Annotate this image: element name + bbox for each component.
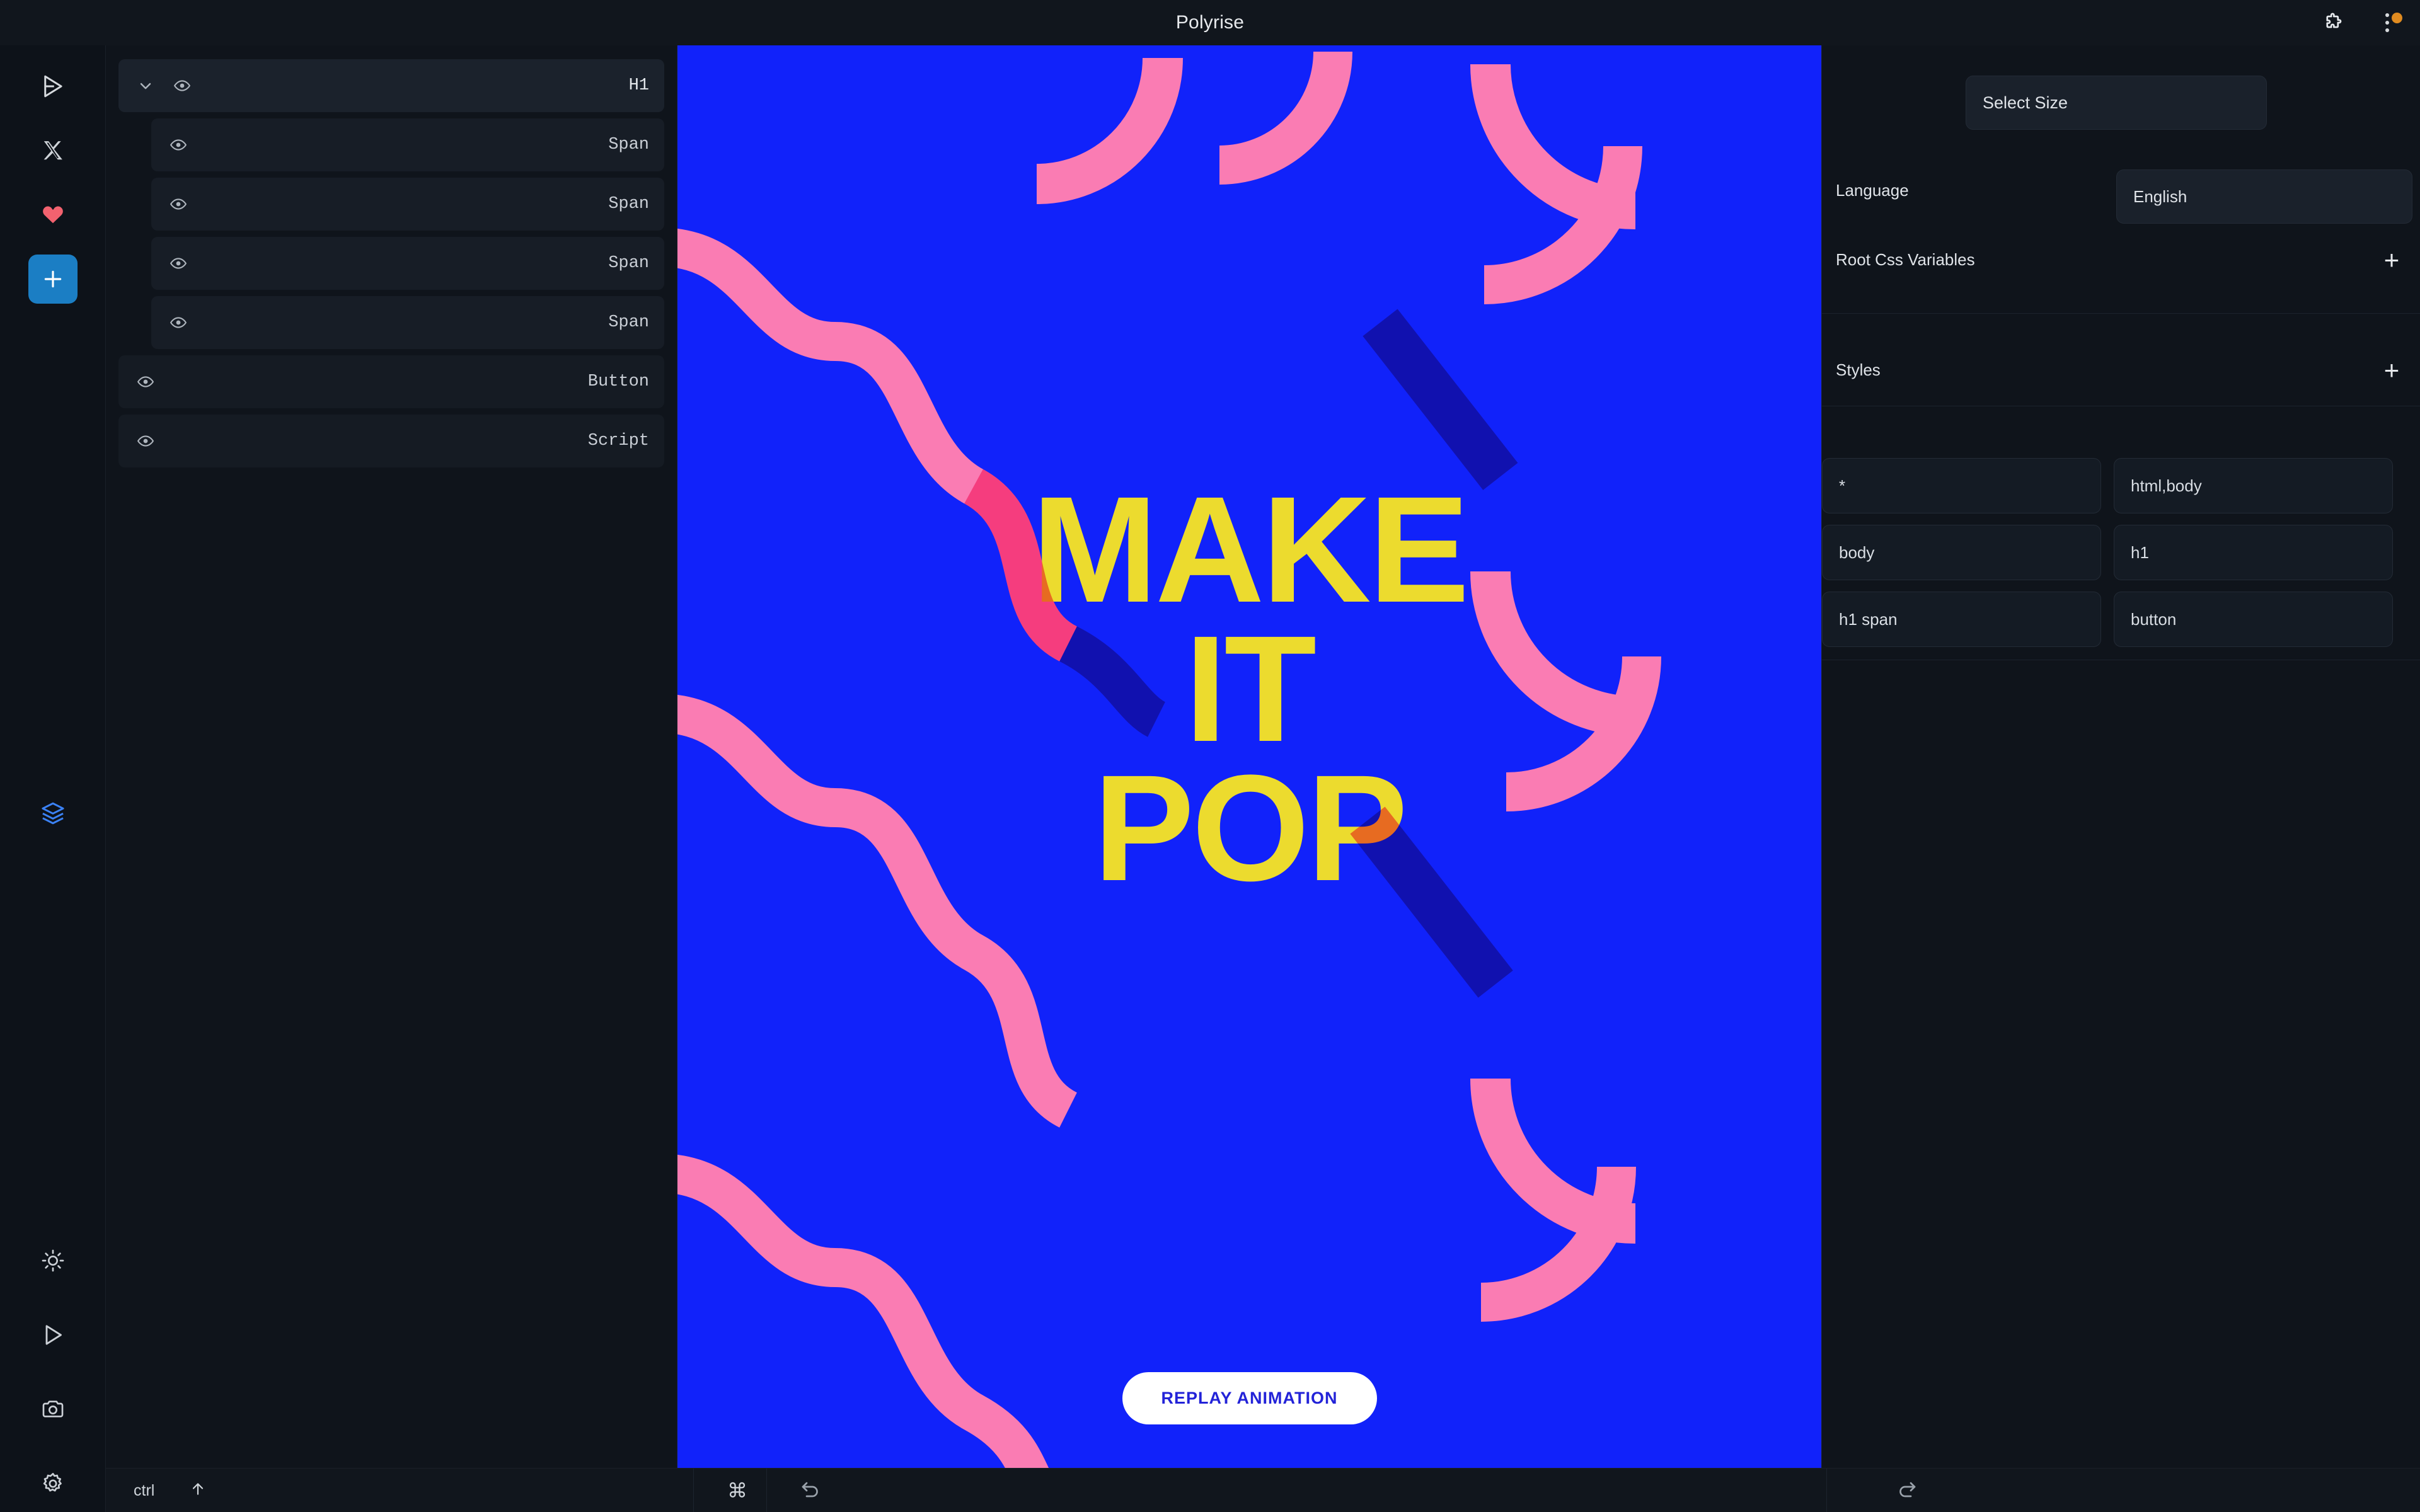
eye-visibility-icon[interactable] — [168, 134, 189, 156]
layer-list: H1 Span Span Span Span Button Script — [118, 59, 664, 467]
gear-icon[interactable] — [28, 1459, 78, 1508]
style-chip-1[interactable]: html,body — [2114, 458, 2393, 513]
rail-bottom-group — [0, 1236, 106, 1508]
app-window: Polyrise H1 Span Span Span Span Button S… — [0, 0, 2420, 1512]
styles-label: Styles — [1836, 360, 1881, 379]
camera-icon[interactable] — [28, 1385, 78, 1434]
select-size-dropdown[interactable]: Select Size — [1966, 76, 2267, 130]
layer-tag-label: Script — [587, 432, 649, 450]
layer-row-tools — [118, 75, 193, 96]
arrow-up-icon[interactable] — [190, 1478, 206, 1504]
panel-divider-top — [1822, 313, 2420, 314]
notification-badge — [2392, 13, 2402, 23]
eye-visibility-icon[interactable] — [168, 253, 189, 274]
add-root-css-variable-button[interactable]: + — [2377, 246, 2406, 275]
top-bar-actions — [2319, 0, 2402, 45]
eye-visibility-icon[interactable] — [168, 193, 189, 215]
style-chip-4[interactable]: h1 span — [1822, 592, 2101, 647]
layer-tag-label: Span — [608, 135, 649, 154]
send-icon[interactable] — [28, 62, 78, 111]
language-label: Language — [1836, 181, 1909, 200]
undo-arrow-icon[interactable] — [799, 1469, 822, 1512]
layer-row-span-1[interactable]: Span — [151, 118, 664, 171]
style-chip-3[interactable]: h1 — [2114, 525, 2393, 580]
layer-row-tools — [118, 371, 156, 392]
page-title: Polyrise — [1175, 12, 1245, 33]
command-key-icon[interactable]: ⌘ — [727, 1469, 747, 1512]
layer-tag-label: Span — [608, 195, 649, 214]
layer-row-span-4[interactable]: Span — [151, 296, 664, 349]
style-chip-0[interactable]: * — [1822, 458, 2101, 513]
layer-row-button-5[interactable]: Button — [118, 355, 664, 408]
modifier-keys-group: ctrl — [134, 1469, 206, 1512]
layers-icon[interactable] — [28, 789, 78, 838]
canvas-viewport: MAKE IT POP REPLAY ANIMATION — [677, 45, 1821, 1468]
rail-mid-group — [0, 789, 106, 838]
bottombar-sep-1 — [693, 1469, 694, 1512]
layer-row-tools — [151, 134, 189, 156]
layer-tag-label: Span — [608, 313, 649, 332]
diagonal-bar-top — [1363, 309, 1518, 490]
style-selector-chips: * html,body body h1 h1 span button — [1822, 458, 2393, 647]
bottombar-sep-2 — [766, 1469, 767, 1512]
eye-visibility-icon[interactable] — [135, 430, 156, 452]
eye-visibility-icon[interactable] — [168, 312, 189, 333]
layer-row-tools — [151, 193, 189, 215]
plus-icon[interactable] — [28, 255, 78, 304]
headline-line-2: IT — [1184, 604, 1317, 773]
language-value-dropdown[interactable]: English — [2116, 169, 2412, 224]
layer-row-tools — [151, 312, 189, 333]
replay-animation-button[interactable]: REPLAY ANIMATION — [1122, 1372, 1377, 1424]
eye-visibility-icon[interactable] — [135, 371, 156, 392]
brightness-icon[interactable] — [28, 1236, 78, 1285]
style-chip-2[interactable]: body — [1822, 525, 2101, 580]
rail-top-group — [0, 62, 106, 304]
layer-row-tools — [118, 430, 156, 452]
layer-row-span-3[interactable]: Span — [151, 237, 664, 290]
layer-row-tools — [151, 253, 189, 274]
overflow-dots — [2385, 13, 2389, 32]
heart-icon[interactable] — [28, 190, 78, 239]
play-icon[interactable] — [28, 1310, 78, 1360]
layers-panel: H1 Span Span Span Span Button Script — [106, 45, 677, 1468]
headline-line-1: MAKE — [1032, 465, 1470, 634]
top-bar: Polyrise — [0, 0, 2420, 45]
x-twitter-icon[interactable] — [28, 126, 78, 175]
bottombar-sep-3 — [1826, 1469, 1827, 1512]
puzzle-piece-icon[interactable] — [2319, 9, 2347, 37]
layer-row-h1-0[interactable]: H1 — [118, 59, 664, 112]
layer-tag-label: Button — [587, 372, 649, 391]
redo-arrow-icon[interactable] — [1896, 1469, 1918, 1512]
add-style-button[interactable]: + — [2377, 356, 2406, 385]
headline-line-3: POP — [1093, 743, 1408, 912]
ctrl-key-label[interactable]: ctrl — [134, 1482, 154, 1500]
layer-tag-label: H1 — [628, 76, 649, 95]
three-dots-vertical-icon[interactable] — [2373, 9, 2402, 37]
properties-panel: Select Size Language English Root Css Va… — [1821, 45, 2420, 1468]
root-css-variables-label: Root Css Variables — [1836, 250, 1975, 269]
layer-tag-label: Span — [608, 254, 649, 273]
bottom-status-bar: ctrl ⌘ — [106, 1468, 2420, 1512]
layer-row-span-2[interactable]: Span — [151, 178, 664, 231]
layer-row-script-6[interactable]: Script — [118, 415, 664, 467]
canvas-headline: MAKE IT POP — [677, 465, 1821, 912]
design-canvas[interactable]: MAKE IT POP REPLAY ANIMATION — [677, 45, 1821, 1468]
style-chip-5[interactable]: button — [2114, 592, 2393, 647]
left-rail — [0, 45, 106, 1512]
eye-visibility-icon[interactable] — [171, 75, 193, 96]
chevron-down-icon[interactable] — [135, 75, 156, 96]
